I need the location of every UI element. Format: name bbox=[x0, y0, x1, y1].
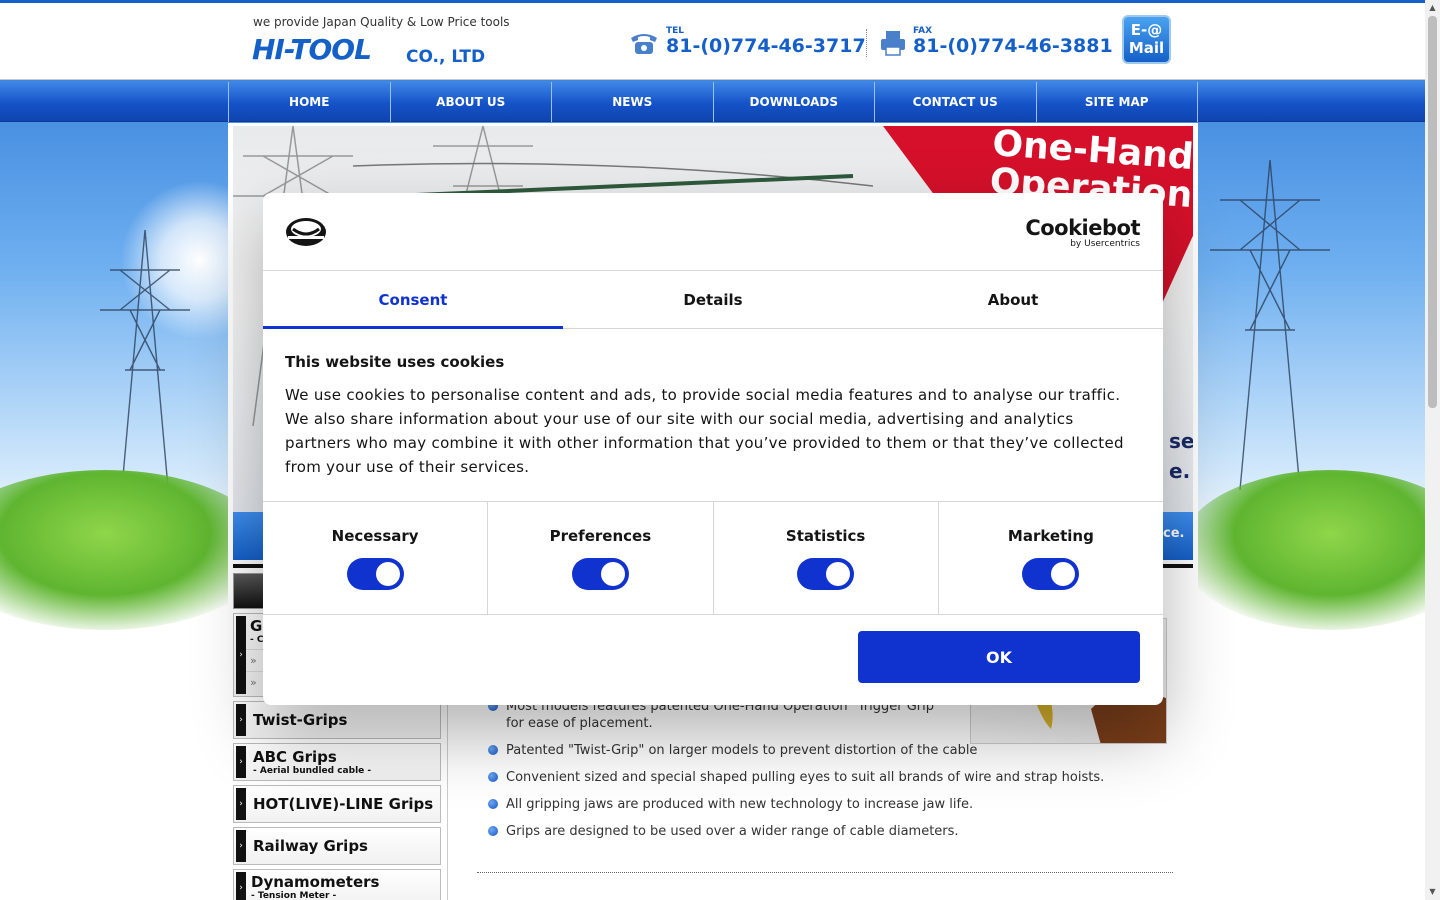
chevron-right-icon: › bbox=[236, 830, 246, 862]
tab-consent[interactable]: Consent bbox=[263, 271, 563, 329]
main-nav: HOME ABOUT US NEWS DOWNLOADS CONTACT US … bbox=[0, 82, 1425, 122]
page-scrollbar[interactable]: ▲ ▼ bbox=[1425, 0, 1440, 900]
sidebar-item-label: Twist-Grips bbox=[253, 710, 348, 729]
power-tower-right-graphic bbox=[1210, 160, 1330, 490]
sidebar-item-hot-line-grips[interactable]: › HOT(LIVE)-LINE Grips bbox=[233, 785, 441, 823]
power-tower-left-graphic bbox=[100, 230, 190, 510]
company-logo-suffix: CO., LTD bbox=[406, 47, 486, 67]
tel-number[interactable]: 81-(0)774-46-3717 bbox=[666, 36, 866, 56]
toggle-label: Marketing bbox=[1007, 526, 1094, 545]
sidebar-item-sub: - Aerial bundled cable - bbox=[253, 765, 372, 776]
sidebar-item-abc-grips[interactable]: › ABC Grips - Aerial bundled cable - bbox=[233, 743, 441, 781]
scrollbar-thumb[interactable] bbox=[1428, 16, 1437, 408]
scroll-down-arrow-icon[interactable]: ▼ bbox=[1428, 887, 1437, 897]
feature-item: Grips are designed to be used over a wid… bbox=[486, 823, 1186, 840]
sidebar-item-label: Dynamometers bbox=[251, 873, 380, 891]
hero-side-line2: e. bbox=[1169, 459, 1191, 483]
email-button[interactable]: E-@ Mail bbox=[1122, 15, 1171, 64]
toggle-label: Statistics bbox=[785, 526, 866, 545]
company-logo[interactable]: HI-TOOL bbox=[252, 33, 372, 66]
cookie-dialog-title: This website uses cookies bbox=[285, 353, 505, 371]
feature-item: Convenient sized and special shaped pull… bbox=[486, 769, 1186, 786]
statistics-switch[interactable] bbox=[797, 557, 855, 590]
nav-news[interactable]: NEWS bbox=[552, 82, 714, 122]
chevron-right-icon: › bbox=[236, 788, 246, 820]
tab-about[interactable]: About bbox=[863, 271, 1163, 328]
toggle-marketing: Marketing bbox=[939, 502, 1163, 614]
nav-contact-us[interactable]: CONTACT US bbox=[875, 82, 1037, 122]
fax-icon bbox=[881, 31, 905, 56]
email-button-line2: Mail bbox=[1128, 39, 1165, 57]
chevron-right-icon: › bbox=[236, 746, 246, 778]
switch-knob bbox=[1051, 561, 1076, 586]
contact-divider bbox=[866, 29, 867, 57]
hero-side-line1: se bbox=[1169, 429, 1193, 453]
sidebar-item-twist-grips[interactable]: › Twist-Grips bbox=[233, 701, 441, 739]
hero-side-text: se e. bbox=[1169, 426, 1193, 486]
toggle-label: Preferences bbox=[549, 526, 652, 545]
sidebar-item-label: Railway Grips bbox=[253, 836, 368, 855]
nav-site-map[interactable]: SITE MAP bbox=[1037, 82, 1198, 122]
tab-details[interactable]: Details bbox=[563, 271, 863, 328]
marketing-switch[interactable] bbox=[1022, 557, 1080, 590]
cookie-category-toggles: Necessary Preferences Statistics Marketi… bbox=[263, 502, 1163, 615]
chevron-right-icon: › bbox=[236, 872, 246, 900]
nav-home[interactable]: HOME bbox=[229, 82, 391, 122]
cookie-dialog-text: We use cookies to personalise content an… bbox=[285, 386, 1124, 476]
sidebar-item-label: HOT(LIVE)-LINE Grips bbox=[253, 794, 434, 813]
feature-item: Patented "Twist-Grip" on larger models t… bbox=[486, 742, 1186, 759]
hero-strip-text: ce. bbox=[1163, 526, 1185, 541]
cookiebot-brand-name: Cookiebot bbox=[1025, 216, 1140, 240]
tel-contact: TEL 81-(0)774-46-3717 bbox=[628, 27, 866, 56]
grass-hill-right bbox=[1180, 470, 1425, 630]
toggle-statistics: Statistics bbox=[714, 502, 939, 614]
cookie-dialog-header: Cookiebot by Usercentrics bbox=[263, 193, 1163, 271]
toggle-label: Necessary bbox=[331, 526, 419, 545]
cookie-logo-icon bbox=[286, 218, 326, 246]
feature-item: All gripping jaws are produced with new … bbox=[486, 796, 1186, 813]
sidebar-item-dynamometers[interactable]: › Dynamometers - Tension Meter - bbox=[233, 869, 441, 900]
sidebar-item-sub: - Tension Meter - bbox=[251, 891, 337, 900]
cookie-tabs: Consent Details About bbox=[263, 271, 1163, 329]
content-divider bbox=[477, 872, 1173, 873]
cookiebot-brand-by: by Usercentrics bbox=[1070, 239, 1140, 249]
toggle-preferences: Preferences bbox=[488, 502, 714, 614]
sidebar-item-railway-grips[interactable]: › Railway Grips bbox=[233, 827, 441, 865]
site-header: we provide Japan Quality & Low Price too… bbox=[0, 0, 1425, 80]
preferences-switch[interactable] bbox=[571, 557, 629, 590]
email-button-line1: E-@ bbox=[1130, 21, 1163, 39]
cookie-dialog-body: This website uses cookies We use cookies… bbox=[263, 329, 1163, 502]
sidebar-item-label: ABC Grips bbox=[253, 747, 337, 766]
fax-contact: FAX 81-(0)774-46-3881 bbox=[879, 27, 1113, 56]
cookiebot-brand[interactable]: Cookiebot by Usercentrics bbox=[1025, 217, 1140, 249]
phone-icon bbox=[631, 34, 657, 54]
nav-about-us[interactable]: ABOUT US bbox=[391, 82, 552, 122]
switch-knob bbox=[600, 561, 625, 586]
chevron-right-icon: › bbox=[236, 704, 246, 736]
cookie-dialog-footer: OK bbox=[263, 615, 1163, 705]
ok-button[interactable]: OK bbox=[858, 631, 1140, 683]
cookie-consent-dialog: Cookiebot by Usercentrics Consent Detail… bbox=[263, 193, 1163, 705]
scroll-up-arrow-icon[interactable]: ▲ bbox=[1428, 3, 1437, 13]
tagline: we provide Japan Quality & Low Price too… bbox=[253, 15, 510, 29]
switch-knob bbox=[375, 561, 400, 586]
toggle-necessary: Necessary bbox=[263, 502, 489, 614]
fax-number: 81-(0)774-46-3881 bbox=[913, 35, 1113, 57]
chevron-right-icon: › bbox=[236, 616, 246, 694]
nav-downloads[interactable]: DOWNLOADS bbox=[714, 82, 875, 122]
switch-knob bbox=[826, 561, 851, 586]
feature-list: Most models features patented One-Hand O… bbox=[486, 698, 1186, 850]
necessary-switch[interactable] bbox=[346, 557, 404, 590]
